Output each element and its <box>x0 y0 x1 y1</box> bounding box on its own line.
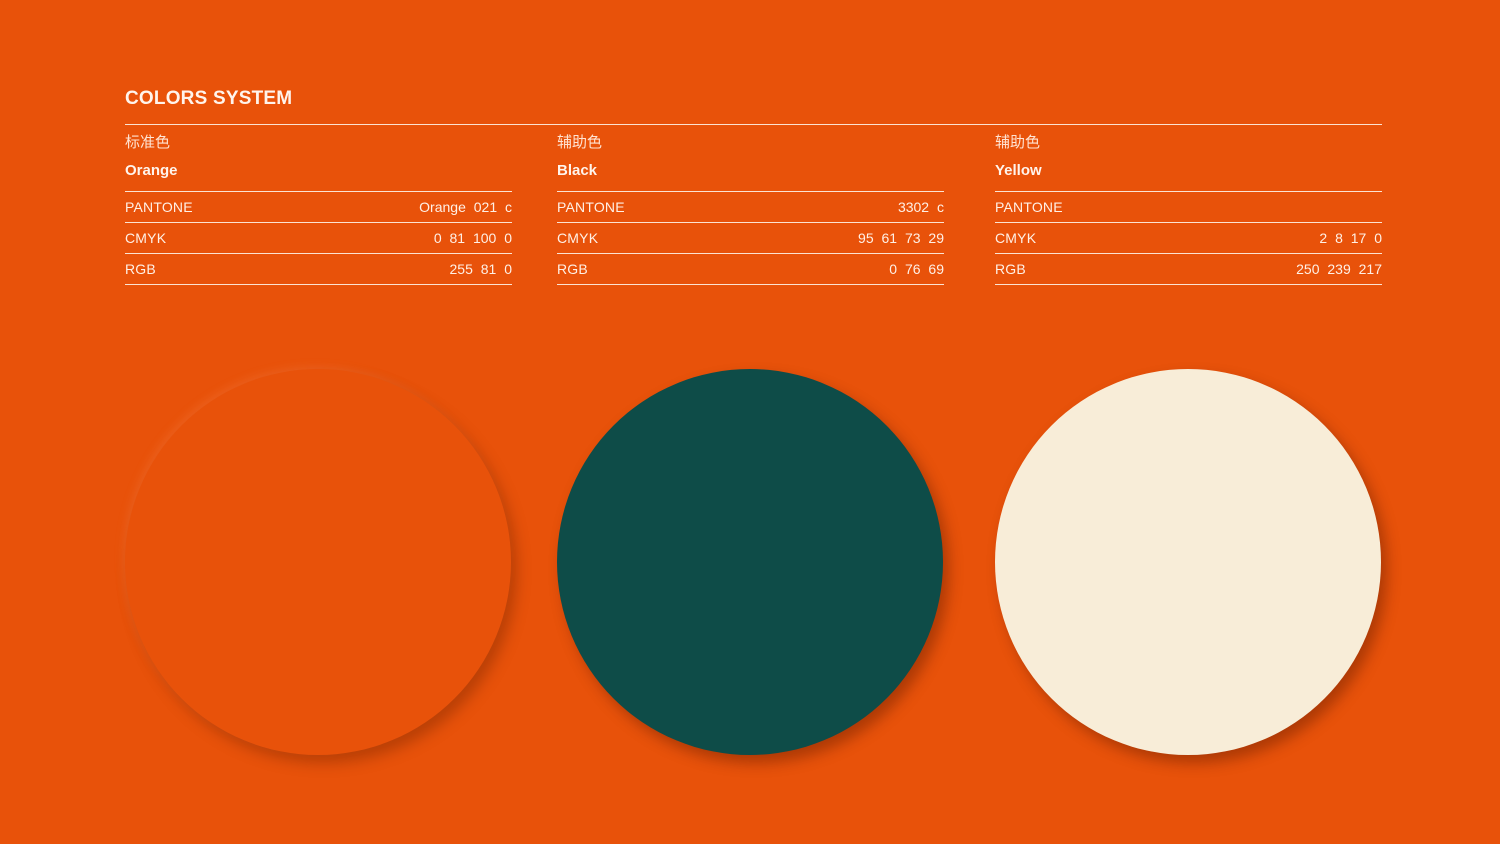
rgb-row: RGB 255 81 0 <box>125 254 512 285</box>
color-name: Black <box>557 162 598 179</box>
rgb-row: RGB 0 76 69 <box>557 254 944 285</box>
color-category-label: 标准色 <box>125 134 171 151</box>
cmyk-label: CMYK <box>995 230 1037 246</box>
color-category-label: 辅助色 <box>995 134 1041 151</box>
rgb-value: 255 81 0 <box>449 261 513 277</box>
yellow-swatch-circle <box>995 369 1381 755</box>
color-category-label: 辅助色 <box>557 134 603 151</box>
cmyk-label: CMYK <box>557 230 599 246</box>
color-spec-table: PANTONE CMYK 2 8 17 0 RGB 250 239 217 <box>995 191 1382 285</box>
rgb-label: RGB <box>125 261 156 277</box>
rgb-value: 250 239 217 <box>1296 261 1382 277</box>
color-spec-table: PANTONE 3302 c CMYK 95 61 73 29 RGB 0 76… <box>557 191 944 285</box>
black-swatch-circle <box>557 369 943 755</box>
rgb-label: RGB <box>557 261 588 277</box>
rgb-label: RGB <box>995 261 1026 277</box>
pantone-label: PANTONE <box>557 199 625 215</box>
color-spec-table: PANTONE Orange 021 c CMYK 0 81 100 0 RGB… <box>125 191 512 285</box>
color-column-yellow: 辅助色 Yellow PANTONE CMYK 2 8 17 0 RGB 250… <box>995 124 1382 286</box>
cmyk-value: 2 8 17 0 <box>1319 230 1382 246</box>
color-name: Yellow <box>995 162 1042 179</box>
pantone-label: PANTONE <box>995 199 1063 215</box>
page-title: COLORS SYSTEM <box>125 88 293 109</box>
color-column-orange: 标准色 Orange PANTONE Orange 021 c CMYK 0 8… <box>125 124 512 286</box>
cmyk-label: CMYK <box>125 230 167 246</box>
color-column-black: 辅助色 Black PANTONE 3302 c CMYK 95 61 73 2… <box>557 124 944 286</box>
pantone-value: 3302 c <box>897 199 944 215</box>
rgb-row: RGB 250 239 217 <box>995 254 1382 285</box>
cmyk-value: 95 61 73 29 <box>858 230 944 246</box>
cmyk-row: CMYK 0 81 100 0 <box>125 223 512 254</box>
orange-swatch-circle <box>125 369 511 755</box>
pantone-row: PANTONE 3302 c <box>557 192 944 223</box>
pantone-label: PANTONE <box>125 199 193 215</box>
cmyk-row: CMYK 95 61 73 29 <box>557 223 944 254</box>
color-name: Orange <box>125 162 178 179</box>
cmyk-row: CMYK 2 8 17 0 <box>995 223 1382 254</box>
pantone-row: PANTONE Orange 021 c <box>125 192 512 223</box>
pantone-value: Orange 021 c <box>419 199 512 215</box>
pantone-row: PANTONE <box>995 192 1382 223</box>
cmyk-value: 0 81 100 0 <box>433 230 512 246</box>
rgb-value: 0 76 69 <box>889 261 944 277</box>
